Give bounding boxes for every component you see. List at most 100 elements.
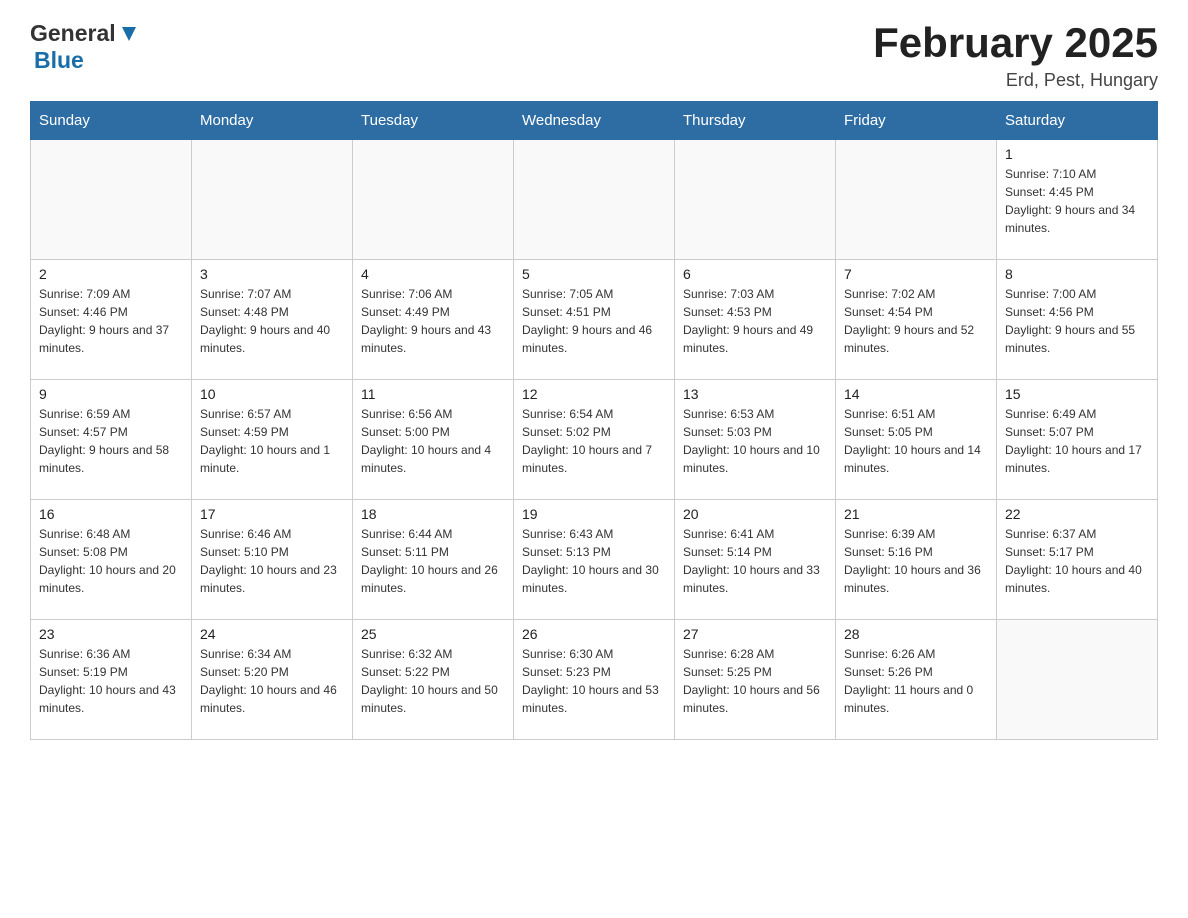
day-info: Sunrise: 6:32 AM Sunset: 5:22 PM Dayligh… bbox=[361, 645, 505, 717]
logo-arrow-icon bbox=[118, 23, 140, 45]
day-number: 14 bbox=[844, 386, 988, 402]
day-number: 7 bbox=[844, 266, 988, 282]
calendar-day: 22 Sunrise: 6:37 AM Sunset: 5:17 PM Dayli… bbox=[997, 500, 1158, 620]
calendar-day bbox=[353, 140, 514, 260]
day-info: Sunrise: 7:09 AM Sunset: 4:46 PM Dayligh… bbox=[39, 285, 183, 357]
day-info: Sunrise: 7:06 AM Sunset: 4:49 PM Dayligh… bbox=[361, 285, 505, 357]
calendar-day: 11Sunrise: 6:56 AM Sunset: 5:00 PM Dayli… bbox=[353, 380, 514, 500]
calendar-day: 6 Sunrise: 7:03 AM Sunset: 4:53 PM Daylig… bbox=[675, 260, 836, 380]
calendar-day: 20Sunrise: 6:41 AM Sunset: 5:14 PM Dayli… bbox=[675, 500, 836, 620]
day-info: Sunrise: 7:00 AM Sunset: 4:56 PM Dayligh… bbox=[1005, 285, 1149, 357]
day-info: Sunrise: 6:30 AM Sunset: 5:23 PM Dayligh… bbox=[522, 645, 666, 717]
col-thursday: Thursday bbox=[675, 102, 836, 140]
day-info: Sunrise: 6:57 AM Sunset: 4:59 PM Dayligh… bbox=[200, 405, 344, 477]
week-row-3: 16 Sunrise: 6:48 AM Sunset: 5:08 PM Dayli… bbox=[31, 500, 1158, 620]
calendar-day: 17 Sunrise: 6:46 AM Sunset: 5:10 PM Dayli… bbox=[192, 500, 353, 620]
day-number: 28 bbox=[844, 626, 988, 642]
day-number: 3 bbox=[200, 266, 344, 282]
day-info: Sunrise: 6:53 AM Sunset: 5:03 PM Dayligh… bbox=[683, 405, 827, 477]
logo-general-text: General bbox=[30, 20, 116, 47]
day-info: Sunrise: 6:51 AM Sunset: 5:05 PM Dayligh… bbox=[844, 405, 988, 477]
calendar-day: 9Sunrise: 6:59 AM Sunset: 4:57 PM Daylig… bbox=[31, 380, 192, 500]
day-info: Sunrise: 6:41 AM Sunset: 5:14 PM Dayligh… bbox=[683, 525, 827, 597]
day-number: 27 bbox=[683, 626, 827, 642]
calendar-day: 19 Sunrise: 6:43 AM Sunset: 5:13 PM Dayli… bbox=[514, 500, 675, 620]
col-wednesday: Wednesday bbox=[514, 102, 675, 140]
day-number: 19 bbox=[522, 506, 666, 522]
day-number: 22 bbox=[1005, 506, 1149, 522]
calendar-body: 1 Sunrise: 7:10 AM Sunset: 4:45 PM Daylig… bbox=[31, 140, 1158, 740]
day-info: Sunrise: 6:49 AM Sunset: 5:07 PM Dayligh… bbox=[1005, 405, 1149, 477]
day-number: 18 bbox=[361, 506, 505, 522]
day-info: Sunrise: 7:07 AM Sunset: 4:48 PM Dayligh… bbox=[200, 285, 344, 357]
day-number: 12 bbox=[522, 386, 666, 402]
calendar-day: 14 Sunrise: 6:51 AM Sunset: 5:05 PM Dayli… bbox=[836, 380, 997, 500]
calendar-day: 10 Sunrise: 6:57 AM Sunset: 4:59 PM Dayli… bbox=[192, 380, 353, 500]
day-number: 24 bbox=[200, 626, 344, 642]
day-info: Sunrise: 6:34 AM Sunset: 5:20 PM Dayligh… bbox=[200, 645, 344, 717]
day-info: Sunrise: 6:44 AM Sunset: 5:11 PM Dayligh… bbox=[361, 525, 505, 597]
calendar-day: 24 Sunrise: 6:34 AM Sunset: 5:20 PM Dayli… bbox=[192, 620, 353, 740]
day-info: Sunrise: 6:36 AM Sunset: 5:19 PM Dayligh… bbox=[39, 645, 183, 717]
day-info: Sunrise: 6:48 AM Sunset: 5:08 PM Dayligh… bbox=[39, 525, 183, 597]
calendar-day: 12 Sunrise: 6:54 AM Sunset: 5:02 PM Dayli… bbox=[514, 380, 675, 500]
logo: General Blue bbox=[30, 20, 140, 74]
page-header: General Blue February 2025 Erd, Pest, Hu… bbox=[30, 20, 1158, 91]
day-info: Sunrise: 7:10 AM Sunset: 4:45 PM Dayligh… bbox=[1005, 165, 1149, 237]
col-tuesday: Tuesday bbox=[353, 102, 514, 140]
calendar-day: 18 Sunrise: 6:44 AM Sunset: 5:11 PM Dayli… bbox=[353, 500, 514, 620]
day-info: Sunrise: 6:54 AM Sunset: 5:02 PM Dayligh… bbox=[522, 405, 666, 477]
day-number: 8 bbox=[1005, 266, 1149, 282]
calendar-location: Erd, Pest, Hungary bbox=[873, 70, 1158, 91]
calendar-day bbox=[514, 140, 675, 260]
day-info: Sunrise: 6:56 AM Sunset: 5:00 PM Dayligh… bbox=[361, 405, 505, 477]
day-number: 16 bbox=[39, 506, 183, 522]
calendar-day: 26 Sunrise: 6:30 AM Sunset: 5:23 PM Dayli… bbox=[514, 620, 675, 740]
calendar-day: 4 Sunrise: 7:06 AM Sunset: 4:49 PM Daylig… bbox=[353, 260, 514, 380]
week-row-1: 2Sunrise: 7:09 AM Sunset: 4:46 PM Daylig… bbox=[31, 260, 1158, 380]
day-info: Sunrise: 6:46 AM Sunset: 5:10 PM Dayligh… bbox=[200, 525, 344, 597]
calendar-day: 2Sunrise: 7:09 AM Sunset: 4:46 PM Daylig… bbox=[31, 260, 192, 380]
calendar-day: 13 Sunrise: 6:53 AM Sunset: 5:03 PM Dayli… bbox=[675, 380, 836, 500]
day-number: 15 bbox=[1005, 386, 1149, 402]
day-info: Sunrise: 6:37 AM Sunset: 5:17 PM Dayligh… bbox=[1005, 525, 1149, 597]
calendar-day bbox=[31, 140, 192, 260]
day-number: 13 bbox=[683, 386, 827, 402]
day-info: Sunrise: 7:03 AM Sunset: 4:53 PM Dayligh… bbox=[683, 285, 827, 357]
day-number: 26 bbox=[522, 626, 666, 642]
calendar-day: 5 Sunrise: 7:05 AM Sunset: 4:51 PM Daylig… bbox=[514, 260, 675, 380]
day-number: 6 bbox=[683, 266, 827, 282]
calendar-day bbox=[192, 140, 353, 260]
day-number: 4 bbox=[361, 266, 505, 282]
day-number: 23 bbox=[39, 626, 183, 642]
calendar-day: 27 Sunrise: 6:28 AM Sunset: 5:25 PM Dayli… bbox=[675, 620, 836, 740]
calendar-day bbox=[997, 620, 1158, 740]
day-info: Sunrise: 6:28 AM Sunset: 5:25 PM Dayligh… bbox=[683, 645, 827, 717]
logo-blue-text: Blue bbox=[34, 47, 84, 73]
calendar-day bbox=[836, 140, 997, 260]
day-number: 10 bbox=[200, 386, 344, 402]
calendar-day: 8 Sunrise: 7:00 AM Sunset: 4:56 PM Daylig… bbox=[997, 260, 1158, 380]
col-sunday: Sunday bbox=[31, 102, 192, 140]
day-number: 5 bbox=[522, 266, 666, 282]
calendar-table: Sunday Monday Tuesday Wednesday Thursday… bbox=[30, 101, 1158, 740]
day-info: Sunrise: 7:05 AM Sunset: 4:51 PM Dayligh… bbox=[522, 285, 666, 357]
calendar-day: 28 Sunrise: 6:26 AM Sunset: 5:26 PM Dayli… bbox=[836, 620, 997, 740]
col-saturday: Saturday bbox=[997, 102, 1158, 140]
day-number: 21 bbox=[844, 506, 988, 522]
calendar-day: 25 Sunrise: 6:32 AM Sunset: 5:22 PM Dayli… bbox=[353, 620, 514, 740]
col-monday: Monday bbox=[192, 102, 353, 140]
day-info: Sunrise: 6:26 AM Sunset: 5:26 PM Dayligh… bbox=[844, 645, 988, 717]
day-number: 17 bbox=[200, 506, 344, 522]
week-row-4: 23 Sunrise: 6:36 AM Sunset: 5:19 PM Dayli… bbox=[31, 620, 1158, 740]
calendar-day: 3 Sunrise: 7:07 AM Sunset: 4:48 PM Daylig… bbox=[192, 260, 353, 380]
calendar-day: 23 Sunrise: 6:36 AM Sunset: 5:19 PM Dayli… bbox=[31, 620, 192, 740]
title-section: February 2025 Erd, Pest, Hungary bbox=[873, 20, 1158, 91]
day-number: 9 bbox=[39, 386, 183, 402]
day-info: Sunrise: 6:43 AM Sunset: 5:13 PM Dayligh… bbox=[522, 525, 666, 597]
day-info: Sunrise: 7:02 AM Sunset: 4:54 PM Dayligh… bbox=[844, 285, 988, 357]
calendar-day bbox=[675, 140, 836, 260]
calendar-day: 21Sunrise: 6:39 AM Sunset: 5:16 PM Dayli… bbox=[836, 500, 997, 620]
day-number: 25 bbox=[361, 626, 505, 642]
day-number: 1 bbox=[1005, 146, 1149, 162]
